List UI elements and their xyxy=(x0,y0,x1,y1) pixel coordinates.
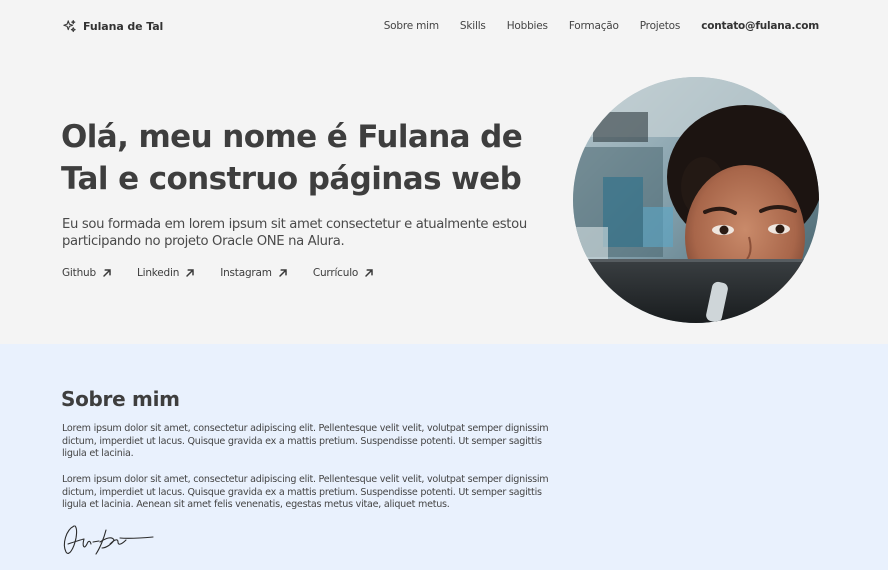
instagram-link[interactable]: Instagram xyxy=(220,267,288,279)
main-nav: Sobre mim Skills Hobbies Formação Projet… xyxy=(384,20,819,32)
site-header: Fulana de Tal Sobre mim Skills Hobbies F… xyxy=(0,0,888,54)
nav-link-sobre-mim[interactable]: Sobre mim xyxy=(384,20,439,32)
arrow-up-right-icon xyxy=(278,268,288,278)
curriculo-link[interactable]: Currículo xyxy=(313,267,374,279)
sparkles-icon xyxy=(62,19,77,34)
arrow-up-right-icon xyxy=(185,268,195,278)
brand-name: Fulana de Tal xyxy=(83,20,164,33)
nav-link-contact-email[interactable]: contato@fulana.com xyxy=(701,20,819,32)
link-label: Currículo xyxy=(312,267,359,279)
nav-link-projetos[interactable]: Projetos xyxy=(640,20,681,32)
link-label: Instagram xyxy=(220,267,272,279)
link-label: Github xyxy=(62,267,96,279)
hero-description: Eu sou formada em lorem ipsum sit amet c… xyxy=(62,217,527,249)
social-links: Github Linkedin Instagram Currículo xyxy=(62,267,374,279)
arrow-up-right-icon xyxy=(364,268,374,278)
link-label: Linkedin xyxy=(136,267,180,279)
github-link[interactable]: Github xyxy=(62,267,112,279)
about-paragraph-1: Lorem ipsum dolor sit amet, consectetur … xyxy=(62,423,549,459)
linkedin-link[interactable]: Linkedin xyxy=(137,267,195,279)
nav-link-formacao[interactable]: Formação xyxy=(569,20,619,32)
nav-link-hobbies[interactable]: Hobbies xyxy=(507,20,548,32)
profile-photo xyxy=(573,77,819,323)
signature-image xyxy=(60,522,156,562)
arrow-up-right-icon xyxy=(102,268,112,278)
about-paragraph-2: Lorem ipsum dolor sit amet, consectetur … xyxy=(62,474,549,510)
about-title: Sobre mim xyxy=(61,387,180,411)
hero-title: Olá, meu nome é Fulana de Tal e construo… xyxy=(61,119,523,197)
about-section: Sobre mim Lorem ipsum dolor sit amet, co… xyxy=(0,344,888,570)
nav-link-skills[interactable]: Skills xyxy=(460,20,486,32)
brand[interactable]: Fulana de Tal xyxy=(62,19,163,34)
